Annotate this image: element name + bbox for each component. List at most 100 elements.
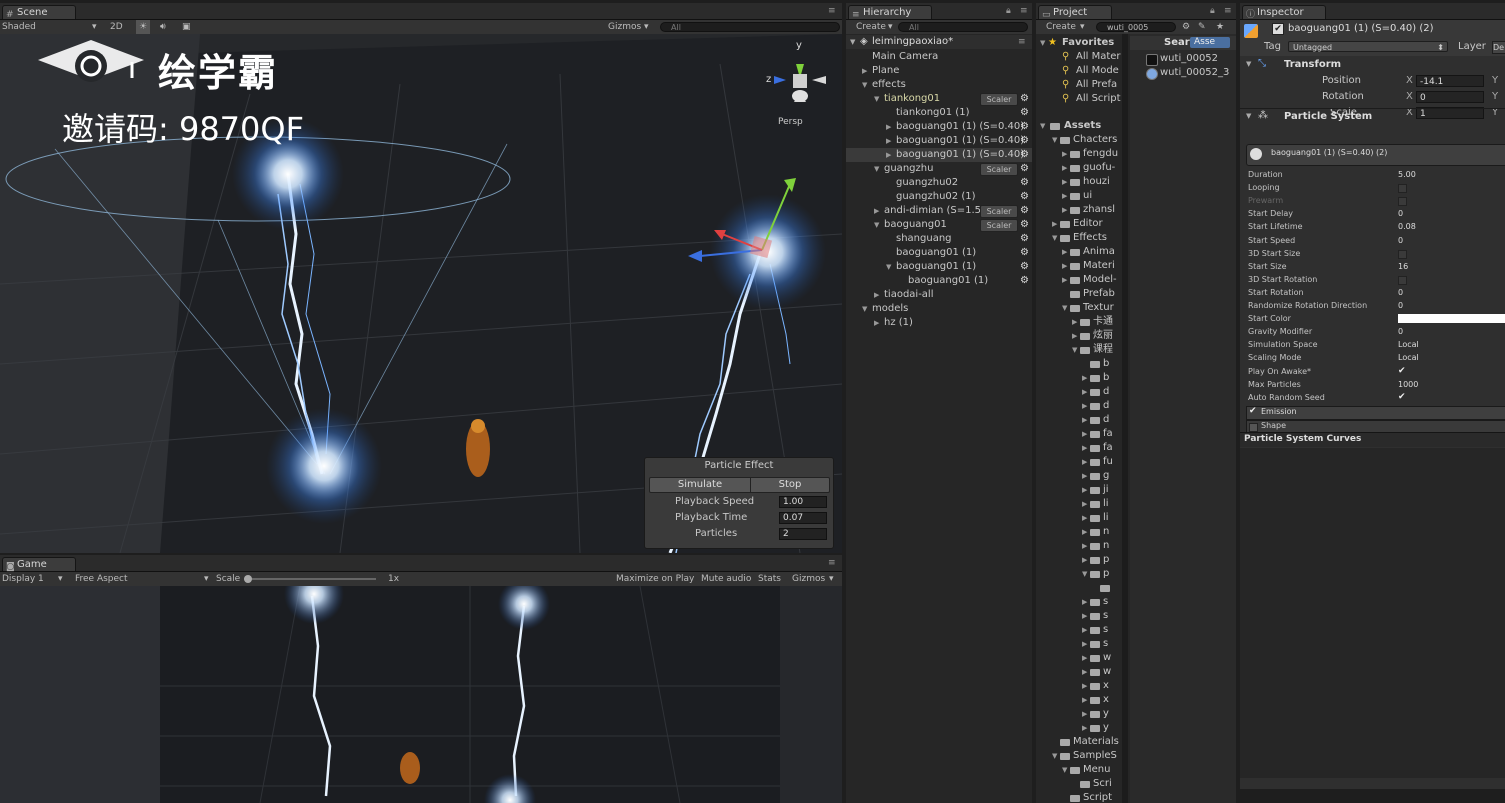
expand-arrow-right-icon[interactable]: ▶ [1062, 203, 1067, 217]
asset-folder-item[interactable]: ▶ s [1036, 595, 1124, 609]
asset-folder-item[interactable]: ▶ y [1036, 707, 1124, 721]
asset-folder-item[interactable]: ▶ x [1036, 679, 1124, 693]
tab-hierarchy[interactable]: ≡ Hierarchy [848, 5, 932, 20]
maximize-on-play-toggle[interactable]: Maximize on Play [616, 572, 694, 586]
expand-arrow-right-icon[interactable]: ▶ [1082, 553, 1087, 567]
emission-checkbox[interactable]: ✔ [1249, 406, 1257, 416]
favorites-expand-icon[interactable]: ▼ [1040, 36, 1045, 50]
hierarchy-item[interactable]: tiankong01 (1) ⚙ [846, 106, 1032, 120]
scene-view[interactable]: y z Persp 绘学霸 邀请码: 9870QF Particle Effec… [0, 34, 842, 553]
expand-arrow-down-icon[interactable]: ▼ [862, 78, 867, 92]
hierarchy-search-input[interactable]: All [898, 22, 1028, 32]
ps-property-value[interactable]: 0.08 [1398, 220, 1416, 233]
hierarchy-item[interactable]: guangzhu02 (1) ⚙ [846, 190, 1032, 204]
favorites-header[interactable]: ▼ ★ Favorites [1036, 36, 1124, 50]
expand-arrow-right-icon[interactable]: ▶ [1062, 161, 1067, 175]
ps-property-value[interactable]: 0 [1398, 286, 1403, 299]
hierarchy-create-button[interactable]: Create [856, 20, 886, 34]
asset-folder-item[interactable]: ▶ zhansl [1036, 203, 1124, 217]
playback-speed-field[interactable]: 1.00 [779, 496, 827, 508]
asset-folder-item[interactable]: ▶ ui [1036, 189, 1124, 203]
asset-folder-item[interactable]: ▶ guofu- [1036, 161, 1124, 175]
asset-folder-item[interactable]: ▶ li [1036, 497, 1124, 511]
project-lock-icon[interactable]: 🔒︎ [1210, 6, 1215, 16]
favorite-item[interactable]: ⚲ All Prefa [1036, 78, 1124, 92]
shading-dropdown[interactable]: Shaded [2, 20, 36, 34]
expand-arrow-right-icon[interactable]: ▶ [1082, 413, 1087, 427]
expand-arrow-right-icon[interactable]: ▶ [1082, 525, 1087, 539]
ps-title-bar[interactable]: baoguang01 (1) (S=0.40) (2) [1246, 144, 1505, 166]
panel-menu-icon[interactable]: ≡ [828, 6, 836, 16]
expand-arrow-down-icon[interactable]: ▼ [862, 302, 867, 316]
audio-icon[interactable]: 🔊︎ [160, 20, 166, 34]
ps-property-value[interactable]: 0 [1398, 299, 1403, 312]
hierarchy-item[interactable]: ▶ andi-dimian (S=1.5 Scaler ⚙ [846, 204, 1032, 218]
ps-property-value[interactable]: 0 [1398, 234, 1403, 247]
scene-expand-icon[interactable]: ▼ [850, 35, 855, 49]
stats-toggle[interactable]: Stats [758, 572, 781, 586]
expand-arrow-right-icon[interactable]: ▶ [886, 120, 891, 134]
asset-folder-item[interactable]: ▶ 炫丽 [1036, 329, 1124, 343]
asset-folder-item[interactable]: b [1036, 357, 1124, 371]
stop-button[interactable]: Stop [750, 477, 830, 493]
asset-folder-item[interactable]: ▶ Model- [1036, 273, 1124, 287]
hierarchy-item[interactable]: ▼ effects [846, 78, 1032, 92]
particle-gear-icon[interactable]: ⚙ [1020, 176, 1029, 190]
expand-arrow-right-icon[interactable]: ▶ [1082, 651, 1087, 665]
curves-area[interactable] [1240, 448, 1505, 778]
expand-arrow-right-icon[interactable]: ▶ [1082, 483, 1087, 497]
hierarchy-item[interactable]: ▶ Plane [846, 64, 1032, 78]
asset-folder-item[interactable]: ▼ 课程 [1036, 343, 1124, 357]
tab-game[interactable]: ◙ Game [2, 557, 76, 572]
tag-dropdown[interactable]: Untagged ⬍ [1288, 41, 1448, 52]
hierarchy-item[interactable]: baoguang01 (1) ⚙ [846, 246, 1032, 260]
asset-folder-item[interactable]: ▶ Editor [1036, 217, 1124, 231]
layer-dropdown[interactable]: De [1492, 41, 1505, 54]
ps-property-checkbox[interactable] [1398, 197, 1407, 207]
hierarchy-item[interactable]: ▶ baoguang01 (1) (S=0.40) ⚙ [846, 134, 1032, 148]
particle-gear-icon[interactable]: ⚙ [1020, 148, 1029, 162]
hierarchy-item[interactable]: ▼ tiankong01 Scaler ⚙ [846, 92, 1032, 106]
particle-gear-icon[interactable]: ⚙ [1020, 274, 1029, 288]
project-filter-label-icon[interactable]: ✎ [1198, 20, 1206, 34]
asset-folder-item[interactable] [1036, 581, 1124, 595]
asset-folder-item[interactable]: ▼ Textur [1036, 301, 1124, 315]
ps-property-value[interactable]: Local [1398, 338, 1419, 351]
expand-arrow-right-icon[interactable]: ▶ [1062, 147, 1067, 161]
expand-arrow-right-icon[interactable]: ▶ [1082, 707, 1087, 721]
asset-folder-item[interactable]: ▶ s [1036, 609, 1124, 623]
hierarchy-lock-icon[interactable]: 🔒︎ [1006, 6, 1011, 16]
particle-gear-icon[interactable]: ⚙ [1020, 162, 1029, 176]
aspect-dropdown[interactable]: Free Aspect [75, 572, 128, 586]
search-scope-assets[interactable]: Asse [1190, 37, 1230, 48]
hierarchy-item[interactable]: ▼ baoguang01 Scaler ⚙ [846, 218, 1032, 232]
simulate-button[interactable]: Simulate [649, 477, 751, 493]
emission-module[interactable]: ✔ Emission [1246, 406, 1505, 420]
scaler-button[interactable]: Scaler [980, 163, 1018, 176]
expand-arrow-right-icon[interactable]: ▶ [1062, 259, 1067, 273]
hierarchy-item[interactable]: ▶ tiaodai-all [846, 288, 1032, 302]
ps-property-value[interactable]: 5.00 [1398, 168, 1416, 181]
expand-arrow-down-icon[interactable]: ▼ [1082, 567, 1087, 581]
favorite-item[interactable]: ⚲ All Script [1036, 92, 1124, 106]
asset-folder-item[interactable]: ▶ g [1036, 469, 1124, 483]
display-dropdown[interactable]: Display 1 [2, 572, 44, 586]
expand-arrow-right-icon[interactable]: ▶ [1082, 399, 1087, 413]
expand-arrow-right-icon[interactable]: ▶ [1082, 371, 1087, 385]
particle-gear-icon[interactable]: ⚙ [1020, 204, 1029, 218]
project-search-input[interactable]: wuti_0005 [1096, 22, 1176, 32]
expand-arrow-down-icon[interactable]: ▼ [874, 218, 879, 232]
expand-arrow-right-icon[interactable]: ▶ [1082, 497, 1087, 511]
expand-arrow-down-icon[interactable]: ▼ [1052, 231, 1057, 245]
effects-icon[interactable]: ▣ [182, 20, 191, 34]
ps-property-checkbox[interactable] [1398, 249, 1407, 259]
expand-arrow-right-icon[interactable]: ▶ [1082, 385, 1087, 399]
asset-folder-item[interactable]: ▼ p [1036, 567, 1124, 581]
expand-arrow-down-icon[interactable]: ▼ [1052, 749, 1057, 763]
asset-folder-item[interactable]: ▶ fa [1036, 427, 1124, 441]
scaler-button[interactable]: Scaler [980, 219, 1018, 232]
asset-folder-item[interactable]: ▶ fa [1036, 441, 1124, 455]
transform-fold-icon[interactable]: ▼ [1246, 60, 1251, 68]
asset-folder-item[interactable]: ▶ Materi [1036, 259, 1124, 273]
particle-gear-icon[interactable]: ⚙ [1020, 106, 1029, 120]
